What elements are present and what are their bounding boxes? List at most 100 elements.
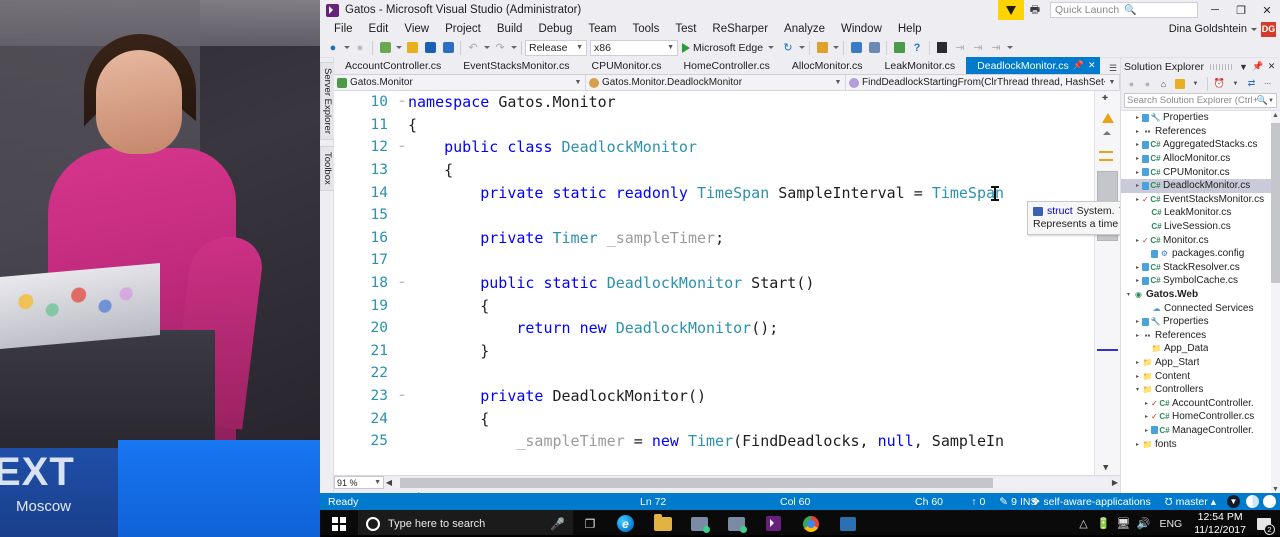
tree-item[interactable]: ▸ ✓ C# HomeController.cs bbox=[1121, 410, 1280, 424]
menu-item-window[interactable]: Window bbox=[833, 23, 890, 35]
platform-dropdown[interactable]: x86 ▼ bbox=[590, 39, 678, 56]
solution-explorer-overflow-icon[interactable]: ⋯ bbox=[1260, 76, 1275, 91]
taskbar-app-perfview[interactable] bbox=[829, 510, 866, 537]
status-indicator-1[interactable] bbox=[1244, 495, 1261, 508]
windows-start-icon[interactable] bbox=[320, 510, 358, 537]
tree-item[interactable]: ▸ 🔧 Properties bbox=[1121, 315, 1280, 329]
status-indicator-2[interactable] bbox=[1261, 495, 1278, 508]
code-line[interactable]: 12− public class DeadlockMonitor bbox=[334, 136, 1120, 159]
quick-launch-input[interactable]: Quick Launch 🔍 bbox=[1050, 2, 1198, 18]
code-line[interactable]: 10− namespace Gatos.Monitor bbox=[334, 91, 1120, 114]
tree-item[interactable]: ▸ C# ManageController. bbox=[1121, 424, 1280, 438]
sync-with-active-document-icon[interactable]: ⏰ bbox=[1212, 76, 1227, 91]
step-navigation-icon-3[interactable]: ⇥ bbox=[987, 39, 1005, 57]
editor-scrollbar[interactable]: ✚ ▼ bbox=[1094, 91, 1120, 475]
tree-item[interactable]: ▸ C# DeadlockMonitor.cs bbox=[1121, 178, 1280, 193]
menu-item-help[interactable]: Help bbox=[890, 23, 930, 35]
scroll-left-icon[interactable]: ◀ bbox=[384, 478, 394, 487]
toolbar-overflow-icon[interactable] bbox=[1005, 39, 1014, 57]
minimize-button[interactable]: ─ bbox=[1202, 0, 1228, 20]
scroll-up-icon[interactable]: ▲ bbox=[1272, 112, 1279, 119]
status-repository[interactable]: ❖ self-aware-applications bbox=[1024, 496, 1158, 508]
collapse-region-icon[interactable]: − bbox=[396, 97, 408, 107]
horizontal-scrollbar[interactable] bbox=[394, 477, 1108, 488]
open-file-icon[interactable] bbox=[403, 39, 421, 57]
code-line[interactable]: 21 } bbox=[334, 340, 1120, 363]
expand-arrow-icon[interactable]: ▸ bbox=[1133, 318, 1142, 325]
tree-item[interactable]: ▸ C# CPUMonitor.cs bbox=[1121, 165, 1280, 179]
scroll-up-arrow-icon[interactable] bbox=[1103, 131, 1111, 135]
menu-item-debug[interactable]: Debug bbox=[530, 23, 580, 35]
find-dropdown-icon[interactable] bbox=[831, 39, 840, 57]
document-tab-leakmonitor[interactable]: LeakMonitor.cs bbox=[873, 57, 967, 74]
pin-icon[interactable]: 📌 bbox=[1252, 61, 1263, 72]
code-line[interactable]: 18− public static DeadlockMonitor Start(… bbox=[334, 272, 1120, 295]
tree-item[interactable]: ⚙ packages.config bbox=[1121, 247, 1280, 261]
menu-item-tools[interactable]: Tools bbox=[624, 23, 667, 35]
scroll-down-icon[interactable]: ▼ bbox=[1272, 486, 1279, 493]
tab-overflow-icon[interactable]: ☰ bbox=[1106, 63, 1120, 74]
code-line[interactable]: 25 _sampleTimer = new Timer(FindDeadlock… bbox=[334, 430, 1120, 453]
tree-item[interactable]: ▸ ✓ C# EventStacksMonitor.cs bbox=[1121, 193, 1280, 207]
navigate-back-icon[interactable]: ● bbox=[324, 39, 342, 57]
redo-icon[interactable]: ↷ bbox=[491, 39, 509, 57]
code-editor[interactable]: 10− namespace Gatos.Monitor 11{12− public … bbox=[334, 91, 1120, 475]
scroll-down-icon[interactable]: ▼ bbox=[1103, 463, 1108, 473]
undo-dropdown-icon[interactable] bbox=[482, 39, 491, 57]
navbar-type-dropdown[interactable]: Gatos.Monitor.DeadlockMonitor ▼ bbox=[586, 75, 846, 90]
horizontal-scrollbar-thumb[interactable] bbox=[400, 477, 993, 488]
undo-icon[interactable]: ↶ bbox=[464, 39, 482, 57]
status-notifications[interactable]: ▼ bbox=[1223, 495, 1244, 508]
start-debug-dropdown-icon[interactable] bbox=[766, 39, 775, 57]
show-all-files-dropdown-icon[interactable]: ▼ bbox=[1188, 76, 1203, 91]
tree-item[interactable]: ▸ 📁 Content bbox=[1121, 369, 1280, 383]
tree-item[interactable]: ▸ C# StackResolver.cs bbox=[1121, 261, 1280, 275]
navigate-back-dropdown-icon[interactable] bbox=[342, 39, 351, 57]
refresh-dropdown-icon[interactable] bbox=[797, 39, 806, 57]
show-hidden-icons-icon[interactable]: △ bbox=[1073, 510, 1093, 537]
tree-item[interactable]: C# LiveSession.cs bbox=[1121, 220, 1280, 234]
expand-arrow-icon[interactable]: ▸ bbox=[1133, 373, 1142, 380]
menu-item-test[interactable]: Test bbox=[667, 23, 704, 35]
taskbar-app-chrome[interactable] bbox=[792, 510, 829, 537]
save-all-icon[interactable] bbox=[439, 39, 457, 57]
taskbar-app-visual-studio[interactable] bbox=[755, 510, 792, 537]
menu-item-team[interactable]: Team bbox=[580, 23, 624, 35]
code-lines[interactable]: 10− namespace Gatos.Monitor 11{12− public … bbox=[334, 91, 1120, 475]
solution-tree-scrollbar[interactable]: ▲ ▼ bbox=[1271, 111, 1280, 494]
search-input[interactable]: Search Solution Explorer (Ctrl+¦ 🔍 ▼ bbox=[1124, 93, 1277, 108]
taskbar-search-input[interactable]: Type here to search 🎤 bbox=[358, 510, 573, 537]
feedback-funnel-icon[interactable] bbox=[998, 0, 1024, 20]
action-center-icon[interactable]: 2 bbox=[1252, 510, 1276, 537]
taskbar-app-edge[interactable]: e bbox=[607, 510, 644, 537]
sidebar-item-server-explorer[interactable]: Server Explorer bbox=[320, 62, 335, 140]
tree-item[interactable]: 📁 App_Data bbox=[1121, 342, 1280, 356]
code-line[interactable]: 15 bbox=[334, 204, 1120, 227]
uncomment-selection-icon[interactable] bbox=[865, 39, 883, 57]
code-line[interactable]: 13 { bbox=[334, 159, 1120, 182]
account-area[interactable]: Dina Goldshtein DG bbox=[1169, 21, 1280, 37]
language-indicator[interactable]: ENG bbox=[1153, 518, 1188, 530]
navigate-forward-icon[interactable]: ● bbox=[351, 39, 369, 57]
expand-arrow-icon[interactable]: ▸ bbox=[1142, 427, 1151, 434]
tree-item[interactable]: ▸ ✓ C# Monitor.cs bbox=[1121, 233, 1280, 247]
tree-item[interactable]: ▸ 🔧 Properties bbox=[1121, 111, 1280, 125]
comment-selection-icon[interactable] bbox=[847, 39, 865, 57]
navbar-project-dropdown[interactable]: Gatos.Monitor ▼ bbox=[334, 75, 586, 90]
expand-arrow-icon[interactable]: ▸ bbox=[1133, 196, 1142, 203]
tree-item[interactable]: ▸ ▪▪ References bbox=[1121, 329, 1280, 343]
tree-item[interactable]: ▾ ◉ Gatos.Web bbox=[1121, 288, 1280, 302]
increase-indent-icon[interactable] bbox=[890, 39, 908, 57]
back-icon[interactable]: ● bbox=[1124, 76, 1139, 91]
document-tab-eventstacksmonitor[interactable]: EventStacksMonitor.cs bbox=[452, 57, 581, 74]
scroll-up-icon[interactable]: ✚ bbox=[1102, 92, 1108, 103]
expand-arrow-icon[interactable]: ▸ bbox=[1133, 169, 1142, 176]
close-button[interactable]: ✕ bbox=[1254, 0, 1280, 20]
start-debug-button[interactable]: Microsoft Edge bbox=[678, 39, 779, 57]
expand-arrow-icon[interactable]: ▾ bbox=[1124, 291, 1133, 298]
code-line[interactable]: 22 bbox=[334, 362, 1120, 385]
task-view-icon[interactable]: ❐ bbox=[573, 510, 607, 537]
expand-arrow-icon[interactable]: ▸ bbox=[1142, 413, 1151, 420]
expand-arrow-icon[interactable]: ▸ bbox=[1133, 114, 1142, 121]
code-line[interactable]: 17 bbox=[334, 249, 1120, 272]
